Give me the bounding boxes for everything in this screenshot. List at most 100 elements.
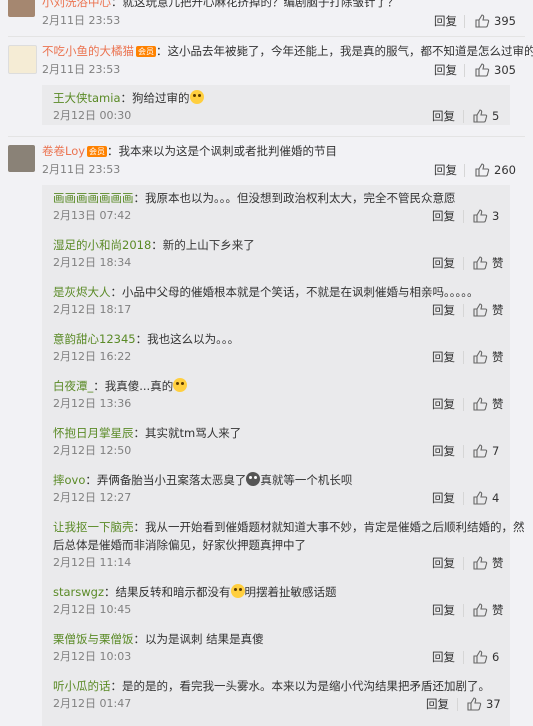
like-button[interactable]: 赞 <box>472 255 504 271</box>
reply-username[interactable]: 是灰烬大人 <box>53 285 111 299</box>
reply-button[interactable]: 回复 <box>432 444 455 458</box>
reply-text: ：其实就tm骂人来了 <box>133 426 242 440</box>
divider <box>463 557 464 570</box>
like-count: 赞 <box>492 603 504 617</box>
reply-username[interactable]: 白夜潭_ <box>53 379 93 393</box>
reply-line: 白夜潭_：我真傻...真的 <box>53 378 188 394</box>
divider <box>463 604 464 617</box>
reply-text: ：狗给过审的 <box>120 91 190 105</box>
reply-button[interactable]: 回复 <box>432 650 455 664</box>
like-button[interactable]: 赞 <box>472 396 504 412</box>
reply-button[interactable]: 回复 <box>432 556 455 570</box>
laughing-emoji-icon <box>189 90 204 104</box>
reply-text: ：小品中父母的催婚根本就是个笑话，不就是在讽刺催婚与相亲吗。。。。。 <box>110 285 479 299</box>
timestamp: 2月12日 16:22 <box>53 350 132 363</box>
like-button[interactable]: 4 <box>472 490 499 506</box>
reply-line: 怀抱日月掌星辰：其实就tm骂人来了 <box>53 425 241 441</box>
reply-button[interactable]: 回复 <box>432 397 455 411</box>
thumbs-up-icon <box>473 556 488 570</box>
like-count: 4 <box>492 491 500 505</box>
reply-button[interactable]: 回复 <box>434 63 457 77</box>
reply-button[interactable]: 回复 <box>432 209 455 223</box>
divider <box>463 351 464 364</box>
reply-button[interactable]: 回复 <box>434 163 457 177</box>
like-count: 6 <box>492 650 500 664</box>
like-button[interactable]: 赞 <box>472 602 504 618</box>
reply-list: 王大侠tamia：狗给过审的 2月12日 00:30 回复 5 <box>42 85 510 125</box>
divider <box>463 445 464 458</box>
thumbs-up-icon <box>473 209 488 223</box>
reply-button[interactable]: 回复 <box>432 109 455 123</box>
scream-emoji-icon <box>246 472 261 486</box>
username[interactable]: 不吃小鱼的大橘猫 <box>42 44 134 58</box>
divider <box>463 210 464 223</box>
reply-username[interactable]: starswgz <box>53 585 104 599</box>
reply-line: 王大侠tamia：狗给过审的 <box>53 90 204 106</box>
reply-line: 栗僧饭与栗僧饭：以为是讽刺 结果是真傻 <box>53 631 264 647</box>
reply-button[interactable]: 回复 <box>432 350 455 364</box>
vip-badge: 会员 <box>136 46 156 57</box>
like-count: 3 <box>492 209 500 223</box>
thumbs-up-icon <box>467 697 482 711</box>
like-button[interactable]: 7 <box>472 443 499 459</box>
reply-button[interactable]: 回复 <box>432 256 455 270</box>
timestamp: 2月12日 13:36 <box>53 397 132 410</box>
reply-line: 是灰烬大人：小品中父母的催婚根本就是个笑话，不就是在讽刺催婚与相亲吗。。。。。 <box>53 284 479 300</box>
reply-username[interactable]: 让我抠一下脑壳 <box>53 520 134 534</box>
like-button[interactable]: 3 <box>472 208 499 224</box>
like-button[interactable]: 赞 <box>472 349 504 365</box>
like-button[interactable]: 37 <box>466 696 501 712</box>
reply-username[interactable]: 怀抱日月掌星辰 <box>53 426 134 440</box>
reply-text: 明摆着扯敏感话题 <box>244 585 337 599</box>
thumbs-up-icon <box>473 650 488 664</box>
thumbs-up-icon <box>475 163 490 177</box>
comment-line: 不吃小鱼的大橘猫 会员 ：这小品去年被毙了，今年还能上，我是真的服气，都不知道是怎么… <box>42 43 533 59</box>
reply-username[interactable]: 湿足的小和尚2018 <box>53 238 151 252</box>
reply-username[interactable]: 听小瓜的话 <box>53 679 111 693</box>
reply-username[interactable]: 王大侠tamia <box>53 91 121 105</box>
like-button[interactable]: 395 <box>474 13 516 29</box>
like-button[interactable]: 6 <box>472 649 499 665</box>
divider <box>464 15 465 28</box>
like-button[interactable]: 赞 <box>472 302 504 318</box>
timestamp: 2月12日 12:27 <box>53 491 132 504</box>
like-button[interactable]: 305 <box>474 62 516 78</box>
timestamp: 2月12日 11:14 <box>53 556 132 569</box>
reply-username[interactable]: 摔ovo <box>53 473 85 487</box>
reply-text: ：结果反转和暗示都没有 <box>104 585 231 599</box>
divider <box>463 651 464 664</box>
reply-text: ：弄俩备胎当小丑案落太恶臭了 <box>85 473 247 487</box>
reply-button[interactable]: 回复 <box>426 697 449 711</box>
divider <box>463 398 464 411</box>
reply-line: 湿足的小和尚2018：新的上山下乡来了 <box>53 237 255 253</box>
divider <box>464 164 465 177</box>
like-count: 260 <box>494 163 516 177</box>
reply-button[interactable]: 回复 <box>434 14 457 28</box>
like-count: 37 <box>486 697 501 711</box>
comment: 卷卷Loy 会员 ：我本来以为这是个讽刺或者批判催婚的节目 2月11日 23:53 … <box>0 137 533 726</box>
like-button[interactable]: 赞 <box>472 555 504 571</box>
like-button[interactable]: 5 <box>472 108 499 124</box>
avatar[interactable] <box>8 0 35 17</box>
comment: 不吃小鱼的大橘猫 会员 ：这小品去年被毙了，今年还能上，我是真的服气，都不知道是怎么… <box>0 37 533 137</box>
avatar[interactable] <box>8 45 37 74</box>
reply-text: 后总体是催婚而非消除偏见，好家伙押题真押中了 <box>53 538 306 552</box>
timestamp: 2月12日 12:50 <box>53 444 132 457</box>
divider <box>463 492 464 505</box>
avatar[interactable] <box>8 145 35 172</box>
reply-button[interactable]: 回复 <box>432 303 455 317</box>
reply-text: ：以为是讽刺 结果是真傻 <box>133 632 264 646</box>
like-button[interactable]: 260 <box>474 162 516 178</box>
timestamp: 2月12日 00:30 <box>53 109 132 122</box>
reply-button[interactable]: 回复 <box>432 491 455 505</box>
like-count: 5 <box>492 109 500 123</box>
username[interactable]: 小刘洗浴中心 <box>42 0 111 9</box>
reply-text: ：是的是的，看完我一头雾水。本来以为是缩小代沟结果把矛盾还加剧了。 <box>110 679 491 693</box>
reply-username[interactable]: 画画画画画画画 <box>53 191 134 205</box>
reply-username[interactable]: 栗僧饭与栗僧饭 <box>53 632 134 646</box>
reply-button[interactable]: 回复 <box>432 603 455 617</box>
divider <box>457 698 458 711</box>
reply-username[interactable]: 意韵甜心12345 <box>53 332 136 346</box>
reply-text: ：新的上山下乡来了 <box>151 238 255 252</box>
username[interactable]: 卷卷Loy <box>42 144 85 158</box>
